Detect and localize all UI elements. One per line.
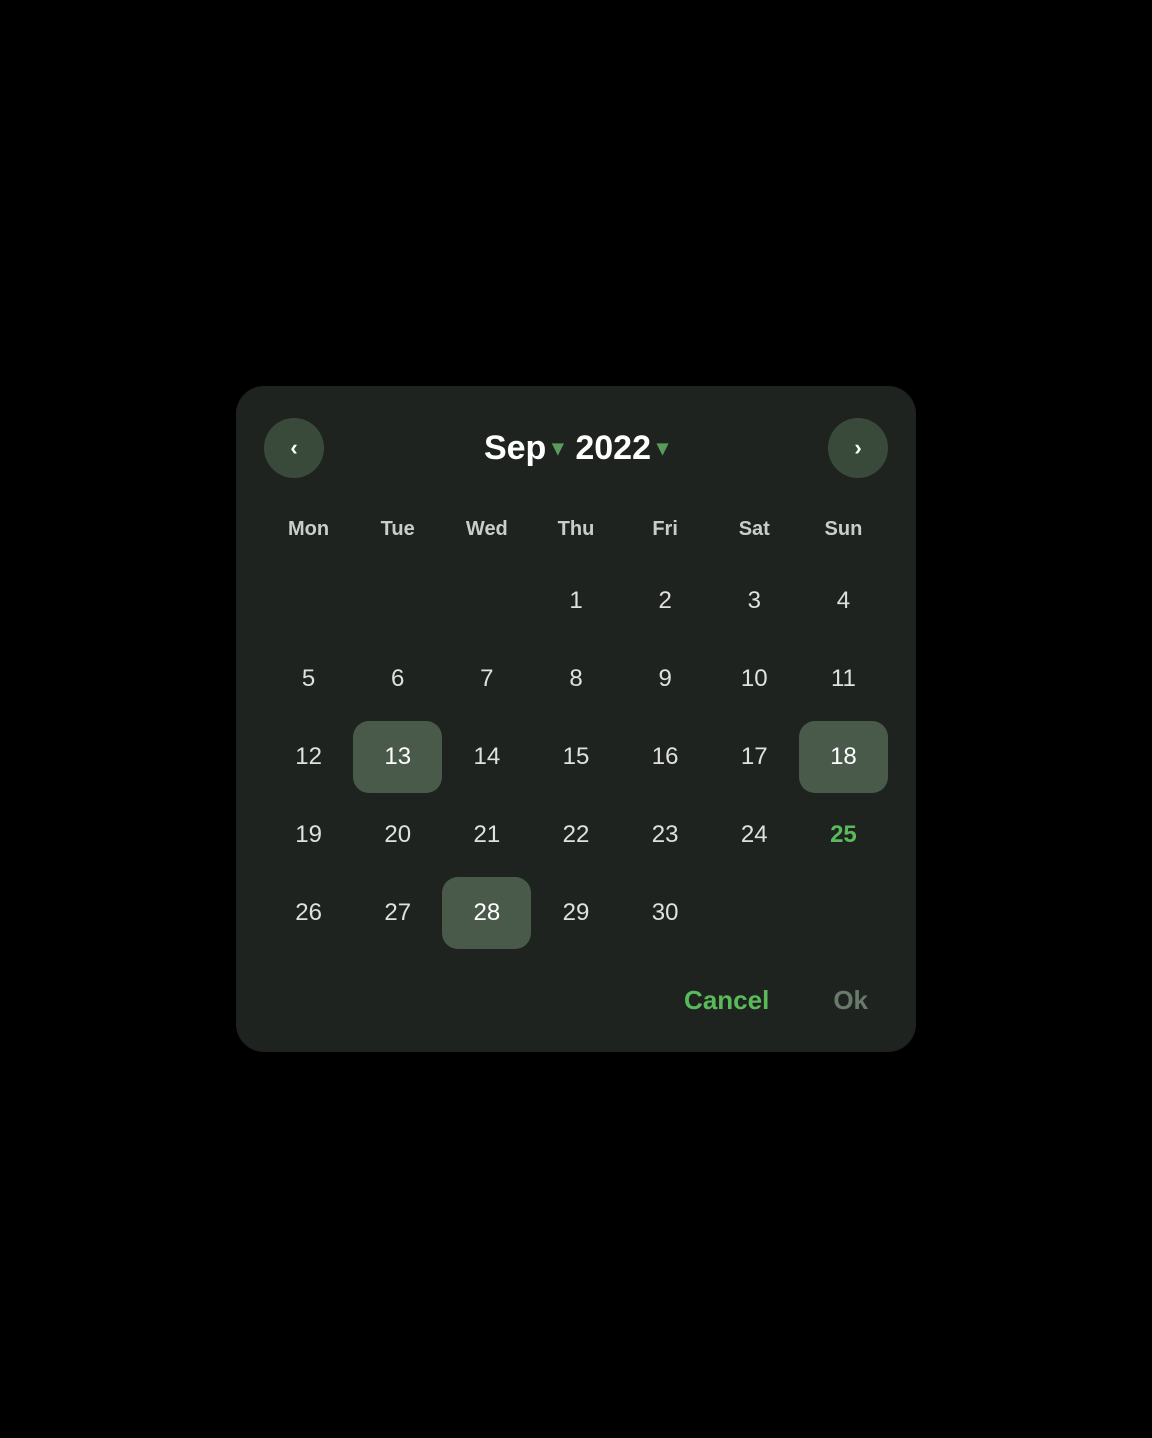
day-cell-9[interactable]: 9	[621, 643, 710, 715]
day-cell-empty	[442, 565, 531, 637]
day-cell-empty	[353, 565, 442, 637]
day-cell-27[interactable]: 27	[353, 877, 442, 949]
day-cell-10[interactable]: 10	[710, 643, 799, 715]
day-cell-20[interactable]: 20	[353, 799, 442, 871]
day-cell-13[interactable]: 13	[353, 721, 442, 793]
day-header-mon: Mon	[264, 510, 353, 557]
prev-month-button[interactable]: ‹	[264, 418, 324, 478]
year-label: 2022	[575, 429, 651, 468]
day-cell-1[interactable]: 1	[531, 565, 620, 637]
day-header-wed: Wed	[442, 510, 531, 557]
day-cell-17[interactable]: 17	[710, 721, 799, 793]
day-cell-3[interactable]: 3	[710, 565, 799, 637]
dialog-footer: Cancel Ok	[264, 977, 888, 1024]
day-cell-6[interactable]: 6	[353, 643, 442, 715]
day-cell-11[interactable]: 11	[799, 643, 888, 715]
day-cell-26[interactable]: 26	[264, 877, 353, 949]
day-cell-7[interactable]: 7	[442, 643, 531, 715]
day-cell-25[interactable]: 25	[799, 799, 888, 871]
day-header-thu: Thu	[531, 510, 620, 557]
day-cell-4[interactable]: 4	[799, 565, 888, 637]
chevron-right-icon: ›	[854, 435, 861, 461]
day-cell-15[interactable]: 15	[531, 721, 620, 793]
day-cell-19[interactable]: 19	[264, 799, 353, 871]
month-label: Sep	[484, 429, 546, 468]
day-cell-5[interactable]: 5	[264, 643, 353, 715]
cancel-button[interactable]: Cancel	[672, 977, 781, 1024]
calendar-header: ‹ Sep ▾ 2022 ▾ ›	[264, 418, 888, 478]
day-cell-21[interactable]: 21	[442, 799, 531, 871]
day-header-sun: Sun	[799, 510, 888, 557]
day-cell-12[interactable]: 12	[264, 721, 353, 793]
day-cell-29[interactable]: 29	[531, 877, 620, 949]
year-chevron-icon: ▾	[657, 435, 668, 461]
day-cell-24[interactable]: 24	[710, 799, 799, 871]
month-year-display: Sep ▾ 2022 ▾	[484, 429, 668, 468]
day-header-tue: Tue	[353, 510, 442, 557]
year-selector-button[interactable]: 2022 ▾	[575, 429, 668, 468]
chevron-left-icon: ‹	[290, 435, 297, 461]
calendar-dialog: ‹ Sep ▾ 2022 ▾ › Mon Tue Wed Thu Fri Sat…	[236, 386, 916, 1052]
day-cell-empty	[799, 877, 888, 949]
day-header-sat: Sat	[710, 510, 799, 557]
day-cell-22[interactable]: 22	[531, 799, 620, 871]
day-headers: Mon Tue Wed Thu Fri Sat Sun	[264, 510, 888, 557]
day-cell-8[interactable]: 8	[531, 643, 620, 715]
next-month-button[interactable]: ›	[828, 418, 888, 478]
day-cell-28[interactable]: 28	[442, 877, 531, 949]
month-selector-button[interactable]: Sep ▾	[484, 429, 563, 468]
day-cell-30[interactable]: 30	[621, 877, 710, 949]
day-cell-23[interactable]: 23	[621, 799, 710, 871]
day-cell-empty	[710, 877, 799, 949]
day-cell-18[interactable]: 18	[799, 721, 888, 793]
ok-button[interactable]: Ok	[821, 977, 880, 1024]
month-chevron-icon: ▾	[552, 435, 563, 461]
day-header-fri: Fri	[621, 510, 710, 557]
day-cell-empty	[264, 565, 353, 637]
day-cell-14[interactable]: 14	[442, 721, 531, 793]
day-cell-16[interactable]: 16	[621, 721, 710, 793]
calendar-grid: 1 2 3 4 5 6 7 8 9 10 11 12 13 14 15 16 1…	[264, 565, 888, 949]
day-cell-2[interactable]: 2	[621, 565, 710, 637]
